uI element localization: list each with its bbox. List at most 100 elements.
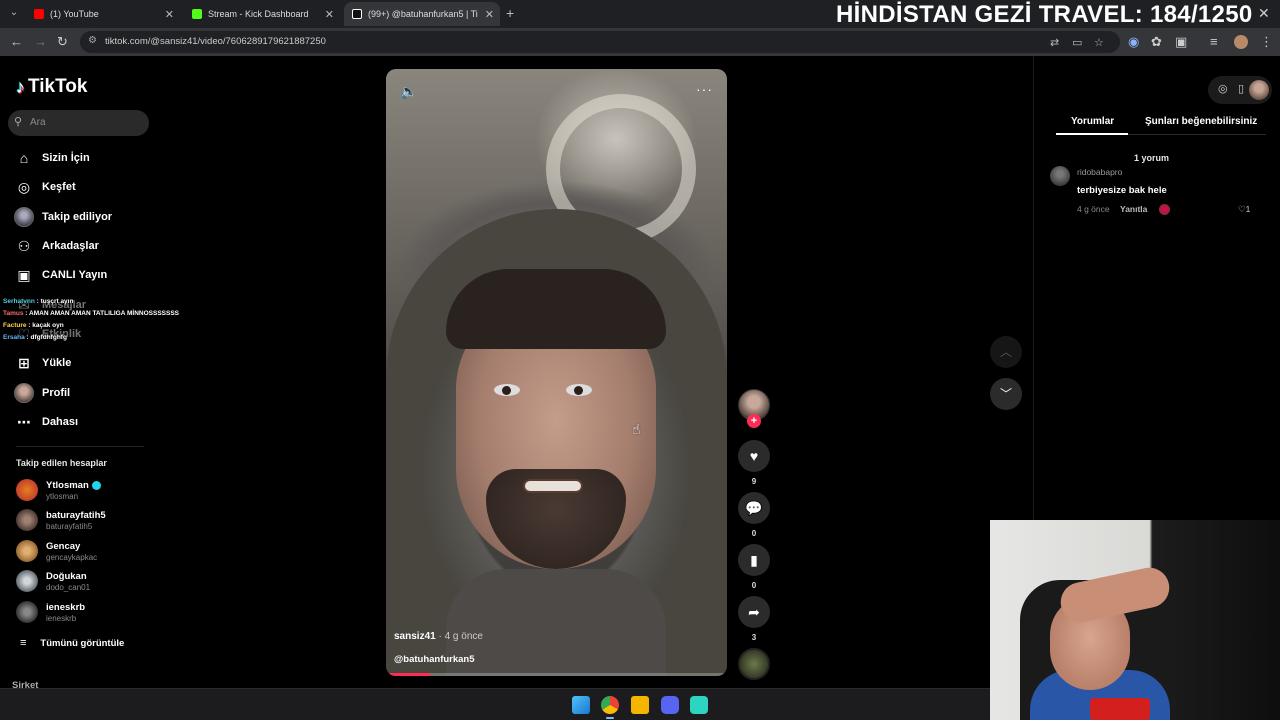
following-account-gencay[interactable]: Gencay gencaykapkac: [16, 538, 97, 564]
discord-icon[interactable]: [661, 696, 679, 714]
url-field[interactable]: ⚙ tiktok.com/@sansiz41/video/76062891796…: [80, 31, 1120, 53]
close-tab-icon[interactable]: ✕: [165, 8, 174, 21]
video-shirt: [446, 569, 666, 676]
commenter-avatar[interactable]: [1050, 166, 1070, 186]
chevron-down-icon: ﹀: [999, 387, 1012, 401]
tab-suggestions[interactable]: Şunları beğenebilirsiniz: [1145, 116, 1257, 127]
bookmark-star-icon[interactable]: ☆: [1094, 36, 1104, 49]
menu-following[interactable]: Takip ediliyor: [14, 206, 112, 228]
comment-like-button[interactable]: ♡1: [1238, 204, 1250, 215]
reload-icon[interactable]: ↻: [57, 34, 68, 50]
post-age: · 4 g önce: [438, 631, 483, 642]
video-caption[interactable]: @batuhanfurkan5: [394, 654, 475, 665]
comment-count-label: 1 yorum: [1134, 153, 1170, 163]
like-button[interactable]: ♥: [738, 440, 770, 472]
show-all-following[interactable]: ≡ Tümünü görüntüle: [20, 637, 124, 649]
profile-avatar[interactable]: [1234, 35, 1248, 49]
back-icon[interactable]: ←: [10, 34, 23, 49]
avatar: [16, 540, 38, 562]
close-tab-icon[interactable]: ✕: [485, 8, 494, 21]
more-options-icon[interactable]: ···: [696, 81, 713, 97]
tab-search-chevron-icon[interactable]: ⌄: [6, 5, 22, 21]
menu-profile[interactable]: Profil: [14, 382, 70, 404]
puzzle-icon[interactable]: ▣: [1175, 34, 1187, 50]
next-video-button[interactable]: ﹀: [990, 378, 1022, 410]
save-button[interactable]: ▮: [738, 544, 770, 576]
youtube-icon: [34, 9, 44, 19]
new-tab-icon[interactable]: +: [506, 5, 514, 21]
browser-menu-icon[interactable]: ⋮: [1260, 34, 1273, 50]
share-button[interactable]: ➦: [738, 596, 770, 628]
comment-button[interactable]: 💬: [738, 492, 770, 524]
tab-comments[interactable]: Yorumlar: [1071, 116, 1114, 127]
commenter-name[interactable]: ridobabapro: [1077, 167, 1122, 177]
tiktok-note-icon: ♪: [16, 76, 25, 97]
close-tab-icon[interactable]: ✕: [325, 8, 334, 21]
phone-icon[interactable]: ▯: [1238, 82, 1244, 95]
verified-badge-icon: [91, 480, 101, 490]
menu-for-you[interactable]: ⌂ Sizin İçin: [14, 147, 90, 169]
tab-kick[interactable]: Stream - Kick Dashboard ✕: [184, 2, 340, 26]
comment-count: 0: [751, 529, 757, 538]
browser-tab-bar: ⌄ (1) YouTube ✕ Stream - Kick Dashboard …: [0, 0, 1280, 28]
bookmark-icon: ▮: [750, 552, 758, 568]
stream-goal-title: HİNDİSTAN GEZİ TRAVEL: 184/1250: [836, 1, 1253, 28]
tab-tiktok[interactable]: (99+) @batuhanfurkan5 | Ti ✕: [344, 2, 500, 26]
tiktok-sidebar: ♪ TikTok ⚲ Ara ⌂ Sizin İçin ◎ Keşfet Tak…: [0, 56, 160, 691]
following-account-ieneskrb[interactable]: ieneskrb ieneskrb: [16, 599, 85, 625]
account-text: ieneskrb ieneskrb: [46, 602, 85, 623]
following-account-ytlosman[interactable]: Ytlosman ytlosman: [16, 477, 101, 503]
forward-icon[interactable]: →: [34, 34, 47, 49]
like-count: 9: [751, 477, 757, 486]
music-disc[interactable]: [738, 648, 770, 680]
audio-icon[interactable]: ◉: [1128, 34, 1139, 50]
video-player[interactable]: 🔈 ··· sansiz41 · 4 g önce @batuhanfurkan…: [386, 69, 727, 676]
cast-icon[interactable]: ▭: [1072, 36, 1082, 49]
chat-line: Serhatvnn : tuşçrt ayın: [3, 298, 74, 305]
compass-icon[interactable]: ◎: [1218, 82, 1228, 95]
tiktok-logo[interactable]: ♪ TikTok: [16, 76, 87, 98]
video-author[interactable]: sansiz41 · 4 g önce: [394, 631, 483, 642]
volume-icon[interactable]: 🔈: [400, 83, 417, 100]
menu-label: Arkadaşlar: [42, 240, 99, 252]
site-info-icon[interactable]: ⚙: [88, 35, 97, 46]
tab-youtube[interactable]: (1) YouTube ✕: [26, 2, 180, 26]
hand-cursor-icon: ☝: [632, 421, 641, 437]
previous-video-button[interactable]: ︿: [990, 336, 1022, 368]
tiktok-icon: [352, 9, 362, 19]
chrome-icon[interactable]: [601, 696, 619, 714]
account-name: baturayfatih5: [46, 509, 106, 521]
menu-upload[interactable]: ⊞ Yükle: [14, 352, 71, 374]
panel-toolbar: ◎ ▯: [1208, 76, 1272, 104]
windows-start-icon[interactable]: [572, 696, 590, 714]
account-name: Gencay: [46, 540, 81, 552]
account-name: Doğukan: [46, 570, 87, 582]
search-input[interactable]: ⚲ Ara: [8, 110, 149, 136]
media-queue-icon[interactable]: ≡: [1210, 34, 1218, 49]
following-account-dogukan[interactable]: Doğukan dodo_can01: [16, 568, 90, 594]
profile-avatar[interactable]: [1249, 80, 1269, 100]
video-progress-bar[interactable]: [386, 673, 727, 676]
active-tab-indicator: [1056, 133, 1128, 135]
menu-friends[interactable]: ⚇ Arkadaşlar: [14, 235, 99, 257]
file-explorer-icon[interactable]: [631, 696, 649, 714]
home-icon: ⌂: [19, 150, 29, 166]
extension-icon[interactable]: ✿: [1151, 34, 1162, 50]
avatar: [16, 479, 38, 501]
app-icon[interactable]: [690, 696, 708, 714]
menu-explore[interactable]: ◎ Keşfet: [14, 176, 76, 198]
following-account-baturayfatih5[interactable]: baturayfatih5 baturayfatih5: [16, 507, 106, 533]
chevron-up-icon: ︿: [999, 345, 1012, 359]
account-handle: ytlosman: [46, 491, 79, 501]
translate-icon[interactable]: ⇄: [1050, 36, 1059, 49]
url-text: tiktok.com/@sansiz41/video/7606289179621…: [105, 36, 326, 47]
close-window-icon[interactable]: ✕: [1258, 5, 1270, 22]
reply-button[interactable]: Yanıtla: [1120, 204, 1147, 214]
video-progress-fill: [386, 673, 431, 676]
account-handle: baturayfatih5: [46, 521, 93, 531]
following-avatar: [14, 207, 34, 227]
follow-plus-icon[interactable]: +: [747, 414, 761, 428]
menu-more[interactable]: ⋯ Dahası: [14, 411, 78, 433]
tab-title: (99+) @batuhanfurkan5 | Ti: [368, 9, 478, 19]
chat-message: tuşçrt ayın: [40, 298, 74, 305]
